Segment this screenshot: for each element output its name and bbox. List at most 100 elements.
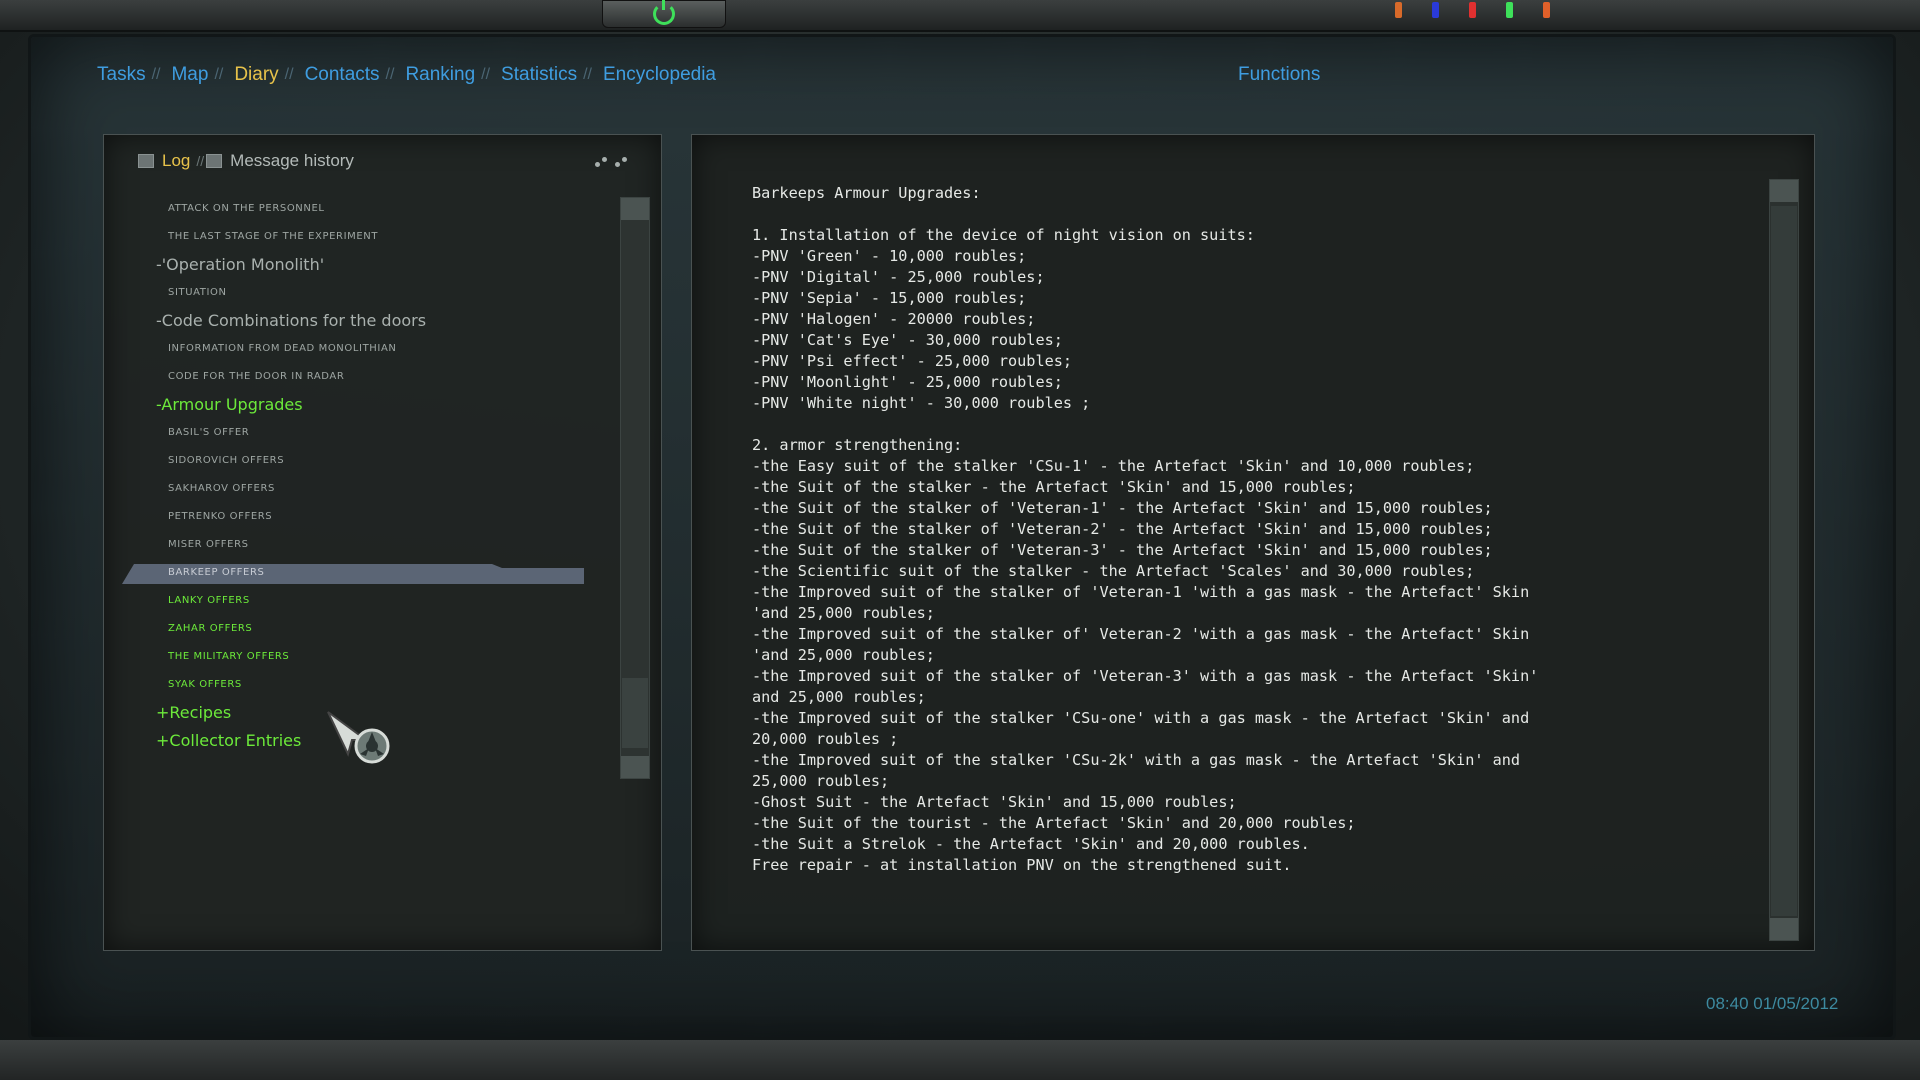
nav-tasks[interactable]: Tasks — [97, 64, 146, 86]
expand-icon[interactable] — [615, 157, 629, 169]
nav-contacts[interactable]: Contacts — [305, 64, 380, 86]
tree-group-label: +Recipes — [156, 703, 232, 722]
tree-entry-label: SYAK OFFERS — [168, 679, 242, 690]
entry-line: -the Scientific suit of the stalker - th… — [752, 562, 1475, 580]
log-scrollbar[interactable] — [620, 197, 650, 779]
power-button[interactable] — [602, 0, 726, 28]
entry-line: 1. Installation of the device of night v… — [752, 226, 1255, 244]
entry-line: -the Improved suit of the stalker of 'Ve… — [752, 583, 1530, 601]
nav-diary[interactable]: Diary — [234, 64, 278, 86]
tab-log[interactable]: Log — [138, 151, 190, 171]
indicator-led-blue — [1432, 2, 1439, 18]
folder-icon — [206, 154, 223, 168]
tab-separator: // — [196, 153, 205, 169]
entry-line: -the Improved suit of the stalker of 'Ve… — [752, 667, 1539, 685]
scroll-thumb[interactable] — [1771, 206, 1797, 916]
tree-entry[interactable]: ZAHAR OFFERS — [104, 615, 604, 643]
nav-separator: // — [151, 66, 161, 83]
tree-entry[interactable]: THE LAST STAGE OF THE EXPERIMENT — [104, 223, 604, 251]
tree-entry[interactable]: CODE FOR THE DOOR IN RADAR — [104, 363, 604, 391]
tree-entry-label: BASIL'S OFFER — [168, 427, 250, 438]
tree-entry-selected[interactable]: BARKEEP OFFERS — [104, 559, 604, 587]
nav-ranking[interactable]: Ranking — [405, 64, 475, 86]
entry-line: Barkeeps Armour Upgrades: — [752, 184, 981, 202]
entry-line: and 25,000 roubles; — [752, 688, 926, 706]
collapse-icon[interactable] — [595, 157, 609, 169]
entry-line: -the Suit of the stalker of 'Veteran-3' … — [752, 541, 1493, 559]
indicator-led-green — [1506, 2, 1513, 18]
tree-entry-label: INFORMATION FROM DEAD MONOLITHIAN — [168, 343, 397, 354]
entry-line: -the Improved suit of the stalker of' Ve… — [752, 625, 1530, 643]
indicator-led-orange — [1395, 2, 1402, 18]
panel-tools — [595, 157, 629, 169]
entry-line: -PNV 'Green' - 10,000 roubles; — [752, 247, 1027, 265]
indicator-led-orange-2 — [1543, 2, 1550, 18]
tree-group-label: -Code Combinations for the doors — [156, 311, 427, 330]
tree-group[interactable]: -Code Combinations for the doors — [104, 307, 604, 335]
entry-line: -Ghost Suit - the Artefact 'Skin' and 15… — [752, 793, 1237, 811]
nav-functions[interactable]: Functions — [1238, 60, 1320, 90]
tree-entry-label: SAKHAROV OFFERS — [168, 483, 275, 494]
entry-line: -PNV 'Halogen' - 20000 roubles; — [752, 310, 1036, 328]
indicator-led-red — [1469, 2, 1476, 18]
tree-entry-label: BARKEEP OFFERS — [168, 567, 265, 578]
tree-entry-label: THE MILITARY OFFERS — [168, 651, 290, 662]
bottom-bezel — [0, 1040, 1920, 1080]
tab-log-label: Log — [162, 151, 191, 170]
tree-group[interactable]: -'Operation Monolith' — [104, 251, 604, 279]
entry-line: -PNV 'Cat's Eye' - 30,000 roubles; — [752, 331, 1063, 349]
entry-line: 'and 25,000 roubles; — [752, 646, 935, 664]
entry-line: -the Improved suit of the stalker 'CSu-o… — [752, 709, 1530, 727]
log-tree: ATTACK ON THE PERSONNEL THE LAST STAGE O… — [104, 195, 604, 755]
tree-entry[interactable]: SIDOROVICH OFFERS — [104, 447, 604, 475]
tree-group-label: +Collector Entries — [156, 731, 302, 750]
scroll-thumb[interactable] — [622, 678, 648, 748]
tab-message-history-label: Message history — [230, 151, 354, 170]
tree-entry[interactable]: ATTACK ON THE PERSONNEL — [104, 195, 604, 223]
folder-icon — [138, 154, 154, 168]
tree-entry[interactable]: BASIL'S OFFER — [104, 419, 604, 447]
tree-entry[interactable]: INFORMATION FROM DEAD MONOLITHIAN — [104, 335, 604, 363]
tree-group-label: -Armour Upgrades — [156, 395, 303, 414]
tree-entry-label: MISER OFFERS — [168, 539, 249, 550]
entry-line: -the Suit a Strelok - the Artefact 'Skin… — [752, 835, 1310, 853]
entry-line: -PNV 'Moonlight' - 25,000 roubles; — [752, 373, 1063, 391]
scroll-down-button[interactable] — [1770, 918, 1798, 940]
entry-line: -PNV 'Sepia' - 15,000 roubles; — [752, 289, 1027, 307]
nav-map[interactable]: Map — [171, 64, 208, 86]
entry-scrollbar[interactable] — [1769, 179, 1799, 941]
scroll-down-button[interactable] — [621, 756, 649, 778]
entry-line: 25,000 roubles; — [752, 772, 890, 790]
tree-entry-label: THE LAST STAGE OF THE EXPERIMENT — [168, 231, 379, 242]
tree-entry-label: LANKY OFFERS — [168, 595, 250, 606]
entry-line: -the Suit of the stalker of 'Veteran-1' … — [752, 499, 1493, 517]
tree-group-label: -'Operation Monolith' — [156, 255, 325, 274]
nav-separator: // — [284, 66, 294, 83]
tree-entry[interactable]: LANKY OFFERS — [104, 587, 604, 615]
nav-encyclopedia[interactable]: Encyclopedia — [603, 64, 716, 86]
scroll-up-button[interactable] — [621, 198, 649, 220]
entry-line: -PNV 'Psi effect' - 25,000 roubles; — [752, 352, 1073, 370]
entry-line: -the Suit of the tourist - the Artefact … — [752, 814, 1356, 832]
tree-entry[interactable]: SAKHAROV OFFERS — [104, 475, 604, 503]
tree-entry[interactable]: THE MILITARY OFFERS — [104, 643, 604, 671]
tree-entry[interactable]: SYAK OFFERS — [104, 671, 604, 699]
tree-entry-label: ZAHAR OFFERS — [168, 623, 253, 634]
entry-line: Free repair - at installation PNV on the… — [752, 856, 1292, 874]
nav-statistics[interactable]: Statistics — [501, 64, 577, 86]
nav-separator: // — [214, 66, 224, 83]
tree-entry-label: PETRENKO OFFERS — [168, 511, 273, 522]
tree-entry[interactable]: SITUATION — [104, 279, 604, 307]
nav-separator: // — [385, 66, 395, 83]
indicator-leds — [1395, 2, 1550, 18]
tab-message-history[interactable]: Message history — [206, 151, 354, 171]
scroll-up-button[interactable] — [1770, 180, 1798, 202]
tree-entry[interactable]: MISER OFFERS — [104, 531, 604, 559]
entry-line — [752, 204, 1752, 225]
entry-line: -the Suit of the stalker of 'Veteran-2' … — [752, 520, 1493, 538]
entry-line: -the Improved suit of the stalker 'CSu-2… — [752, 751, 1521, 769]
tree-entry[interactable]: PETRENKO OFFERS — [104, 503, 604, 531]
pda-clock: 08:40 01/05/2012 — [1706, 994, 1839, 1013]
tree-group-armour-upgrades[interactable]: -Armour Upgrades — [104, 391, 604, 419]
power-icon — [653, 0, 675, 25]
